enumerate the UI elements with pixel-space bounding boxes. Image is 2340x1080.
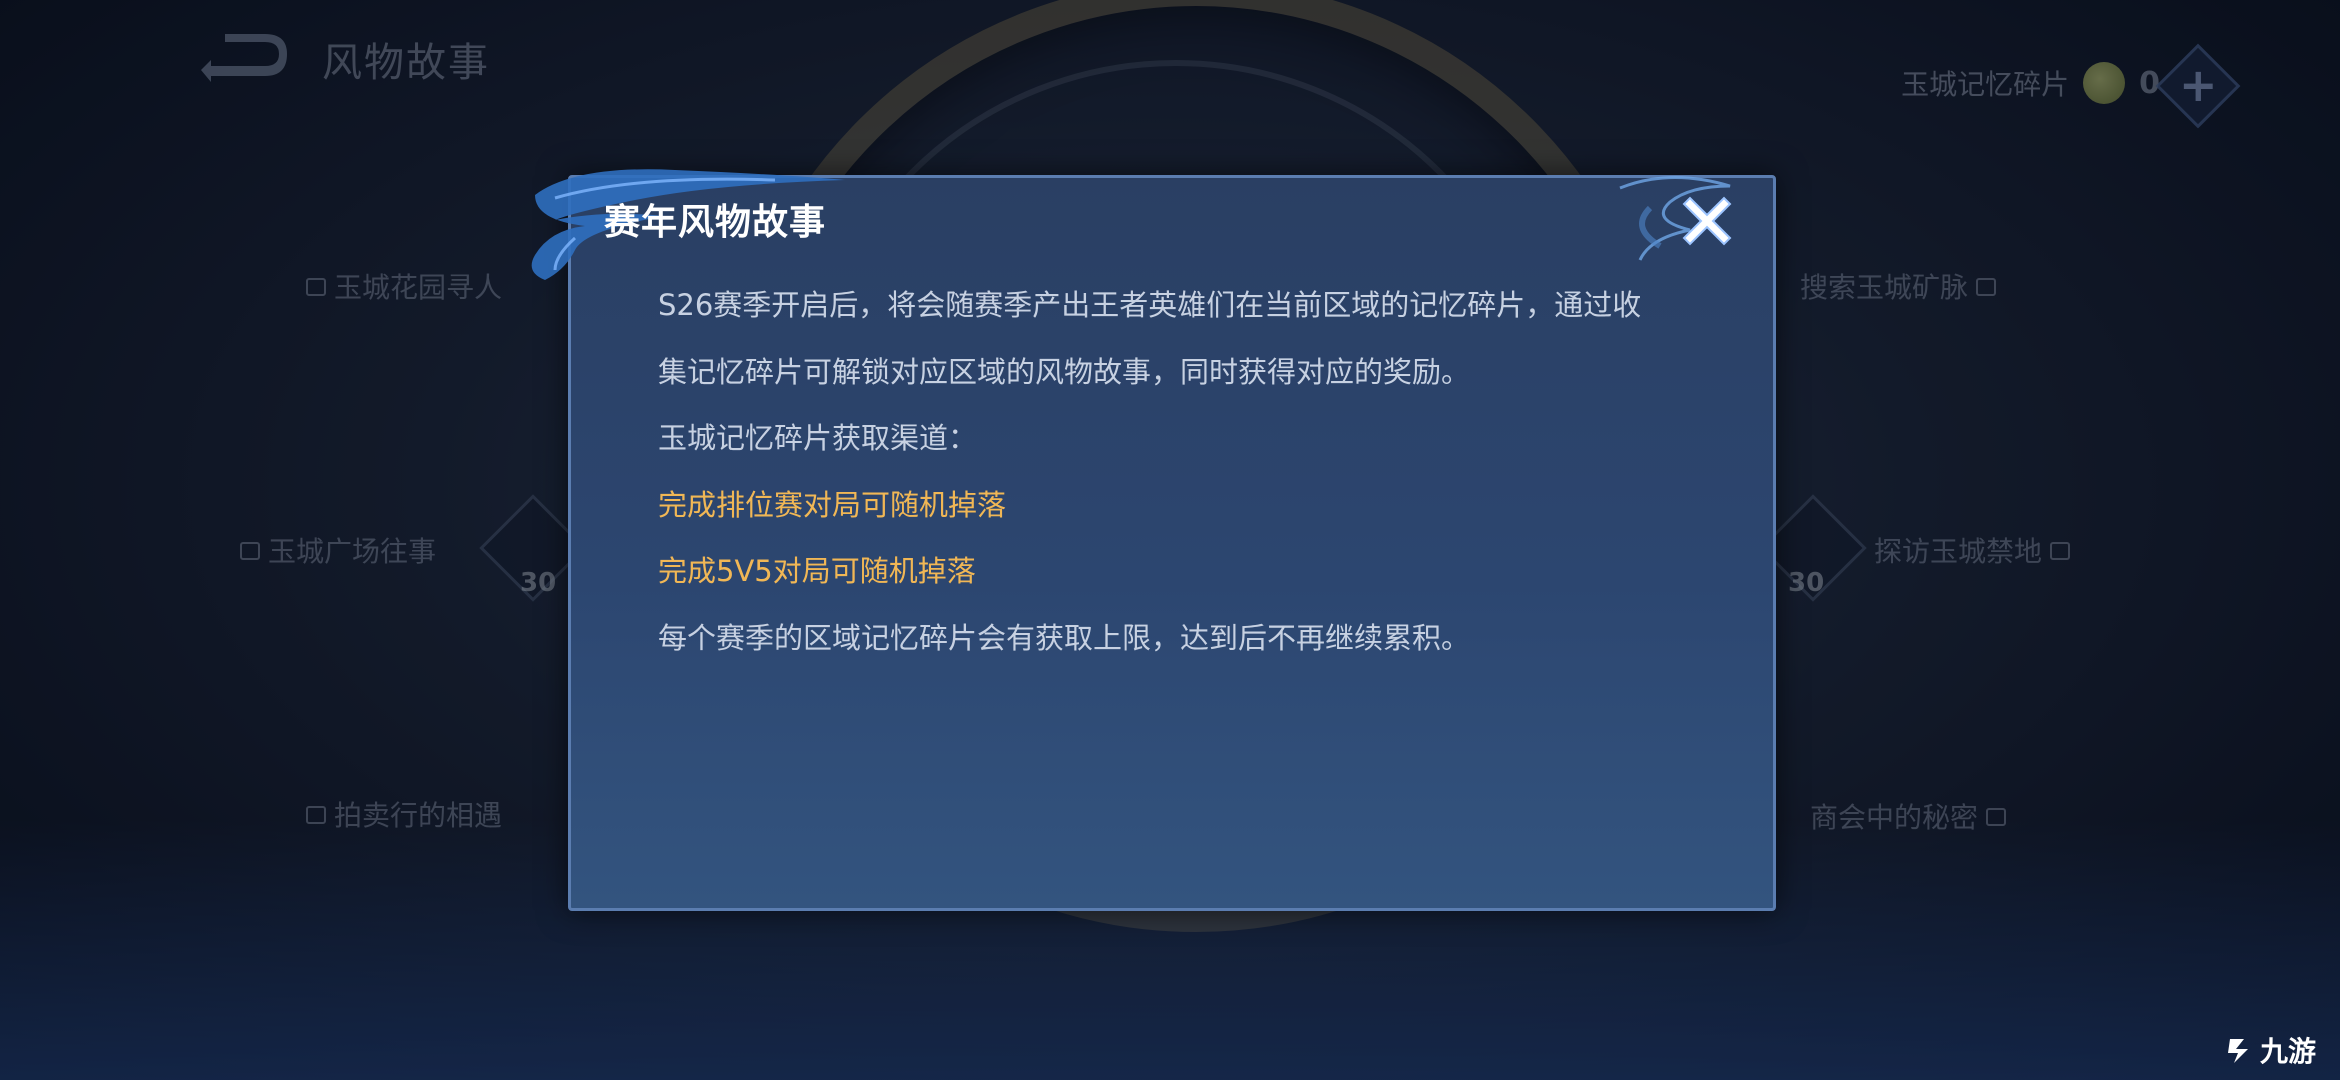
- watermark-logo-icon: [2227, 1039, 2248, 1063]
- watermark: 九游: [2224, 1030, 2316, 1070]
- body-line-intro-2: 集记忆碎片可解锁对应区域的风物故事，同时获得对应的奖励。: [658, 354, 1471, 389]
- body-line-channel-ranked: 完成排位赛对局可随机掉落: [658, 487, 1007, 522]
- body-line-limit-note: 每个赛季的区域记忆碎片会有获取上限，达到后不再继续累积。: [658, 620, 1471, 655]
- body-line-channels-heading: 玉城记忆碎片获取渠道：: [658, 421, 978, 455]
- close-button[interactable]: [1676, 190, 1738, 252]
- body-line-channel-5v5: 完成5V5对局可随机掉落: [658, 554, 976, 588]
- watermark-text: 九游: [2259, 1035, 2316, 1068]
- dialog-body: S26赛季开启后，将会随赛季产出王者英雄们在当前区域的记忆碎片，通过收 集记忆碎…: [658, 272, 1668, 671]
- close-icon: [1682, 196, 1732, 246]
- body-line-intro-1: S26赛季开启后，将会随赛季产出王者英雄们在当前区域的记忆碎片，通过收: [658, 288, 1642, 322]
- dialog-title: 赛年风物故事: [604, 202, 827, 243]
